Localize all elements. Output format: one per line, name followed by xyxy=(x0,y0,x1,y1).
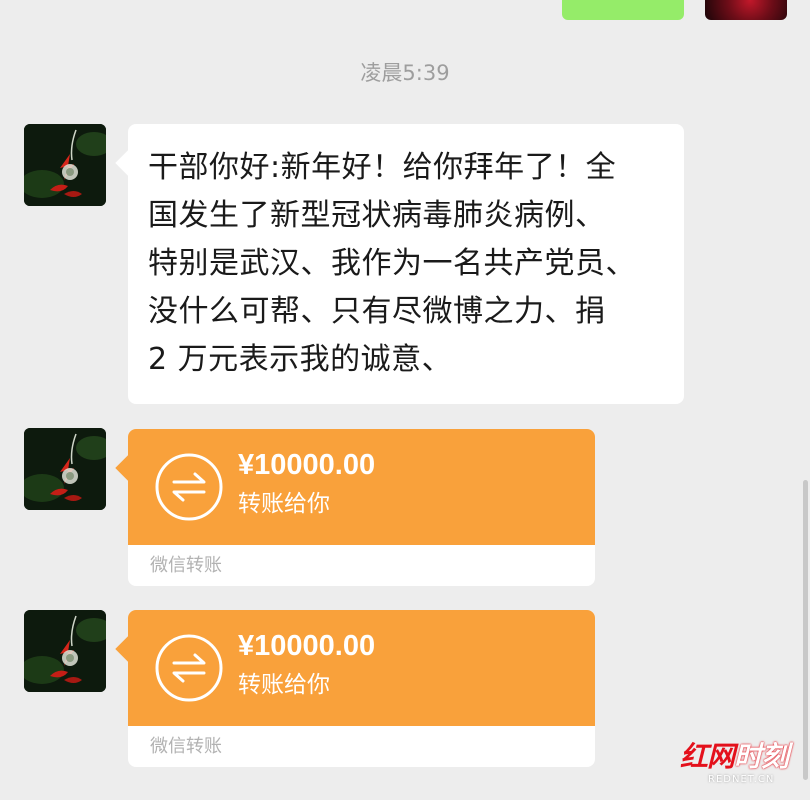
message-line: 没什么可帮、只有尽微博之力、捐 xyxy=(148,294,606,329)
text-message-bubble[interactable]: 干部你好:新年好！给你拜年了！全 国发生了新型冠状病毒肺炎病例、 特别是武汉、我… xyxy=(128,124,684,404)
transfer-arrows-icon xyxy=(155,634,223,702)
transfer-card-body[interactable]: ¥10000.00 转账给你 xyxy=(128,610,595,726)
transfer-card[interactable]: ¥10000.00 转账给你 微信转账 xyxy=(128,429,595,586)
watermark-brand-red: 红网 xyxy=(680,740,735,773)
transfer-description: 转账给你 xyxy=(238,491,330,517)
own-message-bubble-partial[interactable] xyxy=(562,0,684,20)
transfer-card[interactable]: ¥10000.00 转账给你 微信转账 xyxy=(128,610,595,767)
watermark-logo: 红网时刻 REDNET.CN xyxy=(680,740,800,792)
transfer-footer-label: 微信转账 xyxy=(150,555,222,576)
watermark-domain: REDNET.CN xyxy=(708,774,775,785)
message-line: 干部你好:新年好！给你拜年了！全 xyxy=(148,150,617,185)
transfer-footer-label: 微信转账 xyxy=(150,736,222,757)
own-avatar-partial[interactable] xyxy=(705,0,787,20)
transfer-description: 转账给你 xyxy=(238,672,330,698)
message-line: 国发生了新型冠状病毒肺炎病例、 xyxy=(148,198,606,233)
message-line: 特别是武汉、我作为一名共产党员、 xyxy=(148,246,636,281)
sender-avatar[interactable] xyxy=(24,428,106,510)
scrollbar[interactable] xyxy=(803,480,808,780)
sender-avatar[interactable] xyxy=(24,610,106,692)
transfer-amount: ¥10000.00 xyxy=(238,449,376,481)
transfer-amount: ¥10000.00 xyxy=(238,630,376,662)
message-line: 2 万元表示我的诚意、 xyxy=(148,342,453,377)
watermark-brand-white: 时刻 xyxy=(734,740,789,773)
flower-avatar-image xyxy=(24,610,106,692)
sender-avatar[interactable] xyxy=(24,124,106,206)
flower-avatar-image xyxy=(24,428,106,510)
message-text: 干部你好:新年好！给你拜年了！全 国发生了新型冠状病毒肺炎病例、 特别是武汉、我… xyxy=(148,144,662,384)
transfer-arrows-icon xyxy=(155,453,223,521)
watermark-brand: 红网时刻 xyxy=(680,740,789,774)
flower-avatar-image xyxy=(24,124,106,206)
message-timestamp: 凌晨5:39 xyxy=(360,61,450,85)
transfer-card-body[interactable]: ¥10000.00 转账给你 xyxy=(128,429,595,545)
